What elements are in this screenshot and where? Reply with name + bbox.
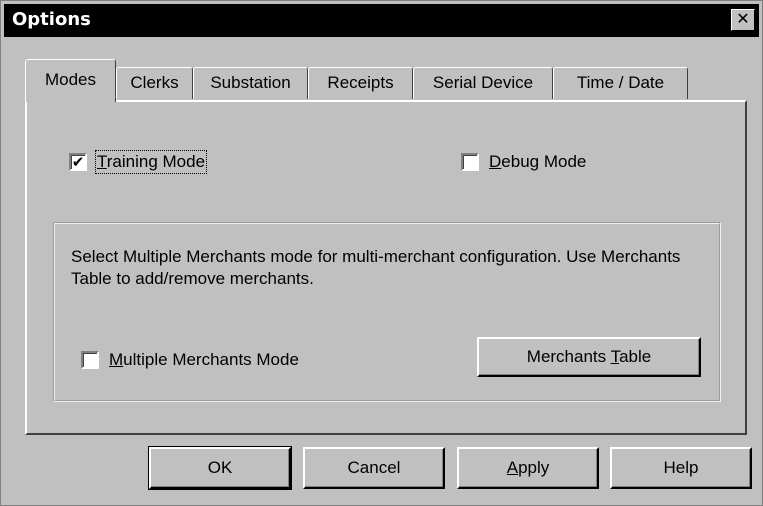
close-icon: ✕ bbox=[736, 11, 750, 28]
tab-substation[interactable]: Substation bbox=[193, 67, 308, 99]
tab-modes[interactable]: Modes bbox=[25, 59, 116, 102]
ok-button[interactable]: OK bbox=[148, 446, 292, 490]
title-bar[interactable]: Options ✕ bbox=[4, 4, 759, 37]
apply-button[interactable]: Apply bbox=[457, 447, 599, 489]
multiple-merchants-checkbox[interactable]: Multiple Merchants Mode bbox=[81, 350, 299, 370]
options-dialog: Options ✕ Modes Clerks Substation Receip… bbox=[0, 0, 763, 506]
tab-serial-device[interactable]: Serial Device bbox=[413, 67, 553, 99]
debug-mode-checkbox[interactable]: Debug Mode bbox=[461, 152, 586, 172]
cancel-button[interactable]: Cancel bbox=[303, 447, 445, 489]
multiple-merchants-label: Multiple Merchants Mode bbox=[109, 350, 299, 369]
tab-clerks[interactable]: Clerks bbox=[116, 67, 193, 99]
dialog-title: Options bbox=[12, 9, 91, 30]
help-button[interactable]: Help bbox=[610, 447, 752, 489]
tab-time-date[interactable]: Time / Date bbox=[553, 67, 688, 99]
training-mode-checkbox[interactable]: ✔ Training Mode bbox=[69, 150, 208, 174]
training-mode-label: Training Mode bbox=[94, 150, 208, 174]
debug-mode-label: Debug Mode bbox=[489, 152, 587, 171]
merchants-table-button[interactable]: Merchants Table bbox=[477, 337, 701, 377]
merchants-description: Select Multiple Merchants mode for multi… bbox=[71, 247, 681, 288]
checkbox-box[interactable] bbox=[81, 351, 99, 369]
close-button[interactable]: ✕ bbox=[731, 9, 755, 31]
tab-receipts[interactable]: Receipts bbox=[308, 67, 413, 99]
merchants-group-box: Select Multiple Merchants mode for multi… bbox=[53, 222, 721, 402]
checkbox-box[interactable] bbox=[461, 153, 479, 171]
checkbox-box[interactable]: ✔ bbox=[69, 153, 87, 171]
check-mark-icon: ✔ bbox=[71, 153, 85, 171]
